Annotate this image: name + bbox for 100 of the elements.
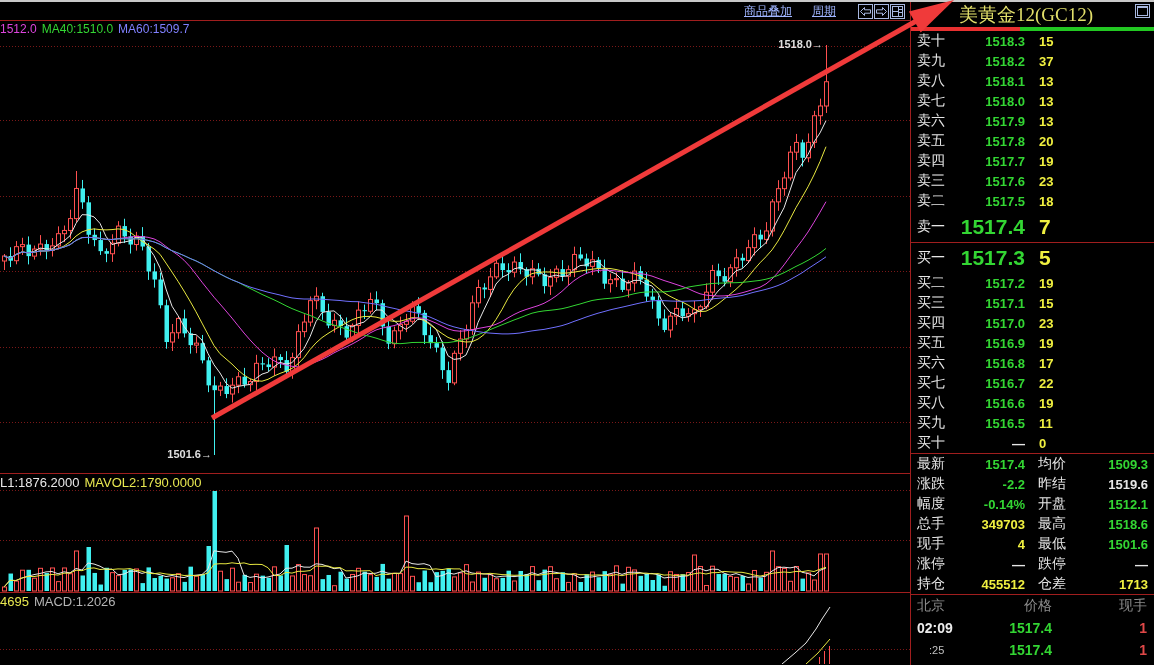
stat-label: 涨跌: [917, 475, 946, 493]
trade-price: 1517.4: [1008, 620, 1052, 636]
ask-level-label: 卖四: [917, 152, 946, 170]
bid-price: 1517.0: [984, 315, 1025, 331]
scroll-right-button[interactable]: [874, 3, 889, 19]
ask-volume: 18: [1038, 193, 1055, 209]
stat-label: 幅度: [917, 495, 946, 513]
stat-value: 1519.6: [1107, 476, 1148, 492]
layout-button[interactable]: [890, 3, 905, 19]
bid-volume: 19: [1038, 395, 1055, 411]
stat-value: —: [1134, 556, 1148, 572]
stat-value: 1518.6: [1107, 516, 1148, 532]
macd-value: 4695: [0, 594, 29, 609]
stat-label: 开盘: [1037, 495, 1067, 513]
bid-level-label: 买九: [917, 414, 946, 432]
bid-volume: 17: [1038, 355, 1055, 371]
stat-label: 涨停: [917, 555, 946, 573]
ask-level-label: 卖十: [917, 32, 946, 50]
bid-volume: 22: [1038, 375, 1055, 391]
bid-level-label: 买三: [917, 294, 946, 312]
stat-label: 跌停: [1037, 555, 1067, 573]
bid-volume: 0: [1038, 435, 1048, 451]
stat-label: 均价: [1037, 455, 1067, 473]
bid-price: 1516.8: [984, 355, 1025, 371]
bid-volume: 19: [1038, 335, 1055, 351]
toolbar-link[interactable]: 商品叠加: [744, 4, 792, 18]
stat-label: 最低: [1037, 535, 1067, 553]
bid-price: 1516.6: [984, 395, 1025, 411]
trade-volume: 1: [1138, 620, 1147, 636]
ask-volume: 13: [1038, 113, 1055, 129]
bid-price: 1517.2: [984, 275, 1025, 291]
ask-volume: 20: [1038, 133, 1055, 149]
bid-price: 1516.7: [984, 375, 1025, 391]
best-ask-price: 1517.4: [959, 214, 1025, 239]
bid-level-label: 买二: [917, 274, 946, 292]
bid-volume: 19: [1038, 275, 1055, 291]
ask-price: 1518.2: [984, 53, 1025, 69]
instrument-title: 美黄金12(GC12): [957, 3, 1095, 26]
ask-level-label: 卖二: [917, 192, 946, 210]
ask-price: 1517.9: [984, 113, 1025, 129]
split-panel-icon: [892, 5, 903, 17]
ask-volume: 13: [1038, 93, 1055, 109]
maximize-button[interactable]: [1135, 4, 1150, 18]
best-ask-volume: 7: [1038, 214, 1052, 239]
stat-label: 总手: [917, 515, 946, 533]
stat-value: 455512: [980, 576, 1025, 592]
stat-value: -2.2: [1001, 476, 1025, 492]
bid-price: 1517.1: [984, 295, 1025, 311]
ask-volume: 23: [1038, 173, 1055, 189]
stat-value: 4: [1016, 536, 1025, 552]
stat-value: 349703: [980, 516, 1025, 532]
stat-value: 1517.4: [984, 456, 1025, 472]
left-arrow-icon: [860, 6, 871, 16]
ask-level-label: 卖八: [917, 72, 946, 90]
ask-price: 1518.3: [984, 33, 1025, 49]
best-bid-price: 1517.3: [959, 246, 1025, 270]
right-arrow-icon: [876, 6, 887, 16]
trade-volume: 1: [1138, 642, 1147, 658]
stat-label: 最高: [1037, 515, 1067, 533]
bid-level-label: 买四: [917, 314, 946, 332]
ask-price: 1518.1: [984, 73, 1025, 89]
scroll-left-button[interactable]: [858, 3, 873, 19]
ask-level-label: 卖九: [917, 52, 946, 70]
stat-value: 1512.1: [1107, 496, 1148, 512]
stat-label: 现手: [917, 535, 946, 553]
ask-price: 1517.8: [984, 133, 1025, 149]
ask-volume: 13: [1038, 73, 1055, 89]
ask-level-label: 卖五: [917, 132, 946, 150]
ask-level-label: 卖三: [917, 172, 946, 190]
ask-volume: 19: [1038, 153, 1055, 169]
ask-volume: 37: [1038, 53, 1055, 69]
ask-level-label: 卖六: [917, 112, 946, 130]
bid-level-label: 买五: [917, 334, 946, 352]
bid-volume: 15: [1038, 295, 1055, 311]
trade-time: 02:09: [917, 620, 954, 636]
bid-price: —: [1011, 435, 1025, 451]
stat-value: -0.14%: [982, 496, 1025, 512]
column-header: 价格: [1023, 597, 1052, 615]
bid-level-label: 买十: [917, 434, 946, 452]
bid-volume: 11: [1038, 415, 1054, 431]
trade-time: :25: [928, 644, 946, 656]
bid-level-label: 买七: [917, 374, 946, 392]
bid-level-label: 买六: [917, 354, 946, 372]
bid-level-label: 买八: [917, 394, 946, 412]
column-header: 北京: [917, 597, 946, 615]
stat-value: 1713: [1118, 576, 1148, 592]
bid-price: 1516.9: [984, 335, 1025, 351]
stat-value: 1501.6: [1107, 536, 1148, 552]
toolbar-link[interactable]: 周期: [812, 4, 836, 18]
ask-level-label: 卖七: [917, 92, 946, 110]
ask-price: 1517.7: [984, 153, 1025, 169]
ask-price: 1517.5: [984, 193, 1025, 209]
stat-label: 仓差: [1037, 575, 1067, 593]
best-bid-volume: 5: [1038, 246, 1052, 270]
bid-level-label: 买一: [917, 249, 946, 267]
bid-volume: 23: [1038, 315, 1055, 331]
ask-level-label: 卖一: [917, 217, 946, 236]
stat-label: 持仓: [917, 575, 946, 593]
bid-price: 1516.5: [984, 415, 1025, 431]
ask-volume: 15: [1038, 33, 1055, 49]
